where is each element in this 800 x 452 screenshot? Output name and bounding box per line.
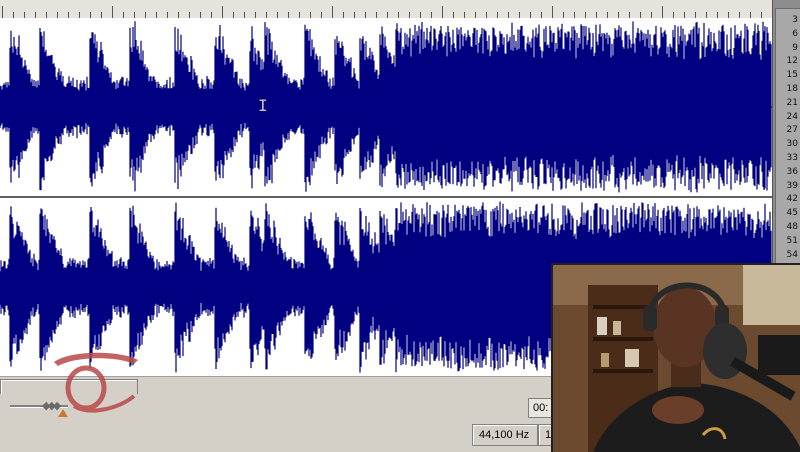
ruler-tick xyxy=(332,6,333,18)
level-meter-label: 27 xyxy=(786,125,798,136)
diamond-arrows-icon[interactable]: ◆◆◆ xyxy=(42,399,61,412)
webcam-image xyxy=(553,265,800,452)
waveform-left-svg xyxy=(0,21,772,193)
ruler-tick xyxy=(2,6,3,18)
level-meter-label: 45 xyxy=(786,208,798,219)
level-meter-label: 12 xyxy=(786,56,798,67)
level-meter-label: 21 xyxy=(786,97,798,108)
waveform-channel-left[interactable] xyxy=(0,18,772,196)
level-meter-label: 36 xyxy=(786,166,798,177)
level-meter-label: 48 xyxy=(786,222,798,232)
level-meter-label: 42 xyxy=(786,194,798,205)
waveform-path xyxy=(0,21,772,193)
level-meter-label: 33 xyxy=(786,153,798,163)
ruler-tick xyxy=(662,6,663,18)
level-meter-label: 18 xyxy=(786,84,798,94)
level-meter-label: 30 xyxy=(786,139,798,150)
level-meter-label: 39 xyxy=(786,180,798,191)
webcam-overlay xyxy=(551,263,800,452)
scrollbar-thumb[interactable] xyxy=(0,379,138,395)
level-meter-label: 6 xyxy=(792,28,798,39)
level-meter-label: 54 xyxy=(786,249,798,260)
timeline-ruler[interactable] xyxy=(0,0,772,19)
level-meter-label: 9 xyxy=(792,42,798,53)
ruler-tick xyxy=(222,6,223,18)
sample-rate-cell: 44,100 Hz xyxy=(472,424,538,446)
ruler-tick xyxy=(552,6,553,18)
level-meter-label: 3 xyxy=(792,15,798,25)
level-meter-label: 24 xyxy=(786,111,798,122)
level-meter-label: 15 xyxy=(786,70,798,81)
level-meter-track: 3 6 9 12 15 18 21 24 27 30 33 36 39 42 45 48 51 54 xyxy=(775,8,800,270)
level-meter-label: 51 xyxy=(786,235,798,246)
ruler-tick xyxy=(442,6,443,18)
ruler-tick xyxy=(112,6,113,18)
triangle-marker-icon[interactable] xyxy=(58,409,68,417)
text-cursor-icon: I xyxy=(258,96,268,115)
zoom-slider-track[interactable] xyxy=(10,405,68,408)
